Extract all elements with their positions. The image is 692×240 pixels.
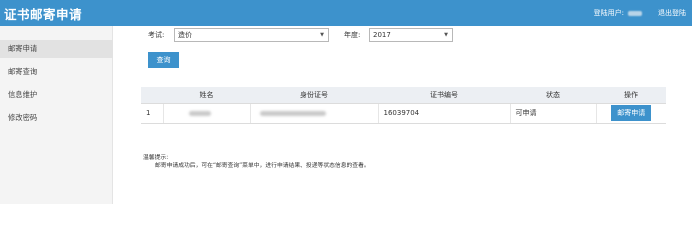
sidebar-item-mail-query[interactable]: 邮寄查询 (0, 63, 113, 81)
exam-select[interactable]: 造价 ▼ (174, 28, 329, 42)
row-action-cell: 邮寄申请 (596, 103, 666, 124)
sidebar-item-change-password[interactable]: 修改密码 (0, 109, 113, 127)
exam-select-value: 造价 (178, 31, 192, 39)
column-header-status: 状态 (510, 87, 596, 104)
logout-link[interactable]: 退出登陆 (658, 8, 686, 18)
app-title: 证书邮寄申请 (4, 7, 83, 22)
column-header-index (141, 87, 163, 104)
user-label: 登陆用户: (593, 9, 624, 17)
row-name-redacted (163, 103, 251, 124)
year-select-value: 2017 (373, 31, 391, 39)
year-label: 年度: (344, 31, 361, 39)
sidebar-item-info-maintain[interactable]: 信息维护 (0, 86, 113, 104)
exam-label: 考试: (148, 31, 165, 39)
row-status: 可申请 (510, 103, 597, 124)
user-area: 登陆用户: 退出登陆 (594, 8, 686, 18)
sidebar: 邮寄申请 邮寄查询 信息维护 修改密码 (0, 26, 113, 204)
column-header-id-number: 身份证号 (250, 87, 378, 104)
column-header-cert-number: 证书编号 (378, 87, 510, 104)
mail-apply-button[interactable]: 邮寄申请 (611, 105, 652, 121)
chevron-down-icon: ▼ (444, 32, 448, 38)
user-name-redacted (628, 10, 642, 16)
results-table: 姓名 身份证号 证书编号 状态 操作 1 16039704 可申请 邮寄申请 (141, 87, 666, 124)
table-header-row: 姓名 身份证号 证书编号 状态 操作 (141, 87, 666, 104)
year-select[interactable]: 2017 ▼ (369, 28, 453, 42)
chevron-down-icon: ▼ (320, 32, 324, 38)
top-bar: 证书邮寄申请 登陆用户: 退出登陆 (0, 0, 692, 26)
sidebar-item-mail-apply[interactable]: 邮寄申请 (0, 40, 113, 58)
row-cert-number: 16039704 (378, 103, 511, 124)
table-row: 1 16039704 可申请 邮寄申请 (141, 103, 666, 124)
column-header-name: 姓名 (163, 87, 250, 104)
row-index: 1 (141, 103, 164, 124)
tips-text: 邮寄申请成功后，可在“邮寄查询”菜单中，进行申请结果、投递等状态信息的查看。 (155, 163, 370, 169)
row-id-number-redacted (250, 103, 379, 124)
column-header-action: 操作 (596, 87, 666, 104)
query-button[interactable]: 查询 (148, 52, 179, 68)
